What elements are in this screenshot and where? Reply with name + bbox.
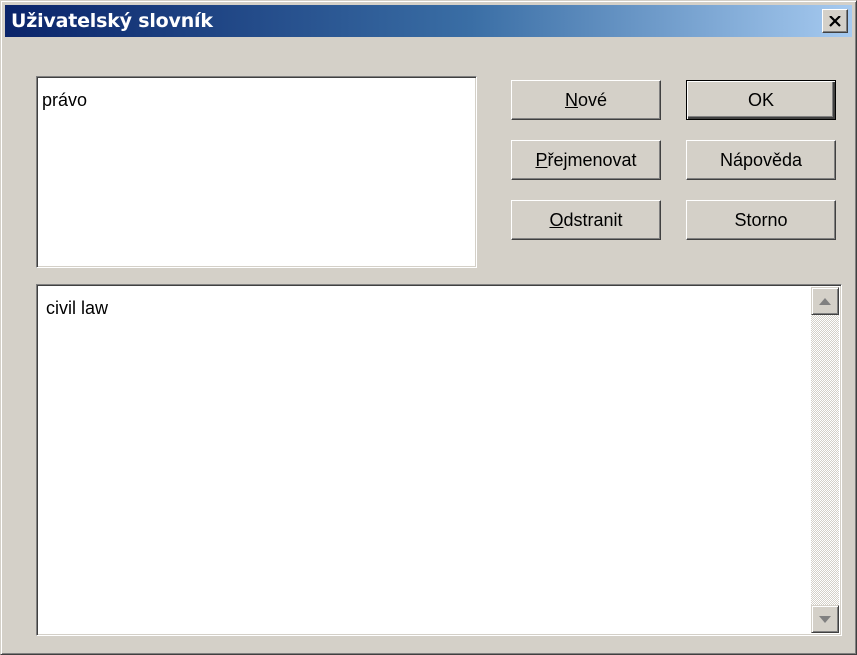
delete-button-accelerator: O bbox=[549, 209, 564, 230]
title-bar[interactable]: Uživatelský slovník bbox=[5, 5, 852, 37]
rename-button-accelerator: P bbox=[535, 149, 548, 170]
delete-button[interactable]: Odstranit bbox=[511, 200, 661, 240]
arrow-down-icon bbox=[819, 615, 831, 623]
delete-button-label: dstranit bbox=[563, 209, 623, 230]
dictionary-dialog: Uživatelský slovník právo Nové Přejmenov… bbox=[0, 0, 857, 655]
scroll-down-button[interactable] bbox=[811, 605, 839, 633]
ok-button-label: OK bbox=[747, 89, 774, 110]
word-input-value: právo bbox=[42, 90, 88, 110]
new-button-accelerator: N bbox=[564, 89, 578, 110]
word-input[interactable]: právo bbox=[36, 76, 477, 268]
help-button-label: Nápověda bbox=[719, 149, 803, 170]
new-button[interactable]: Nové bbox=[511, 80, 661, 120]
close-button[interactable] bbox=[822, 9, 848, 33]
definition-text: civil law bbox=[46, 298, 109, 318]
rename-button[interactable]: Přejmenovat bbox=[511, 140, 661, 180]
dialog-title: Uživatelský slovník bbox=[11, 10, 213, 32]
close-icon bbox=[829, 15, 841, 27]
new-button-label: ové bbox=[577, 89, 608, 110]
ok-button[interactable]: OK bbox=[686, 80, 836, 120]
cancel-button[interactable]: Storno bbox=[686, 200, 836, 240]
cancel-button-label: Storno bbox=[734, 209, 788, 230]
definition-textarea[interactable]: civil law bbox=[36, 284, 842, 636]
vertical-scrollbar[interactable] bbox=[811, 287, 839, 633]
help-button[interactable]: Nápověda bbox=[686, 140, 836, 180]
scroll-up-button[interactable] bbox=[811, 287, 839, 315]
rename-button-label: řejmenovat bbox=[547, 149, 637, 170]
arrow-up-icon bbox=[819, 297, 831, 305]
